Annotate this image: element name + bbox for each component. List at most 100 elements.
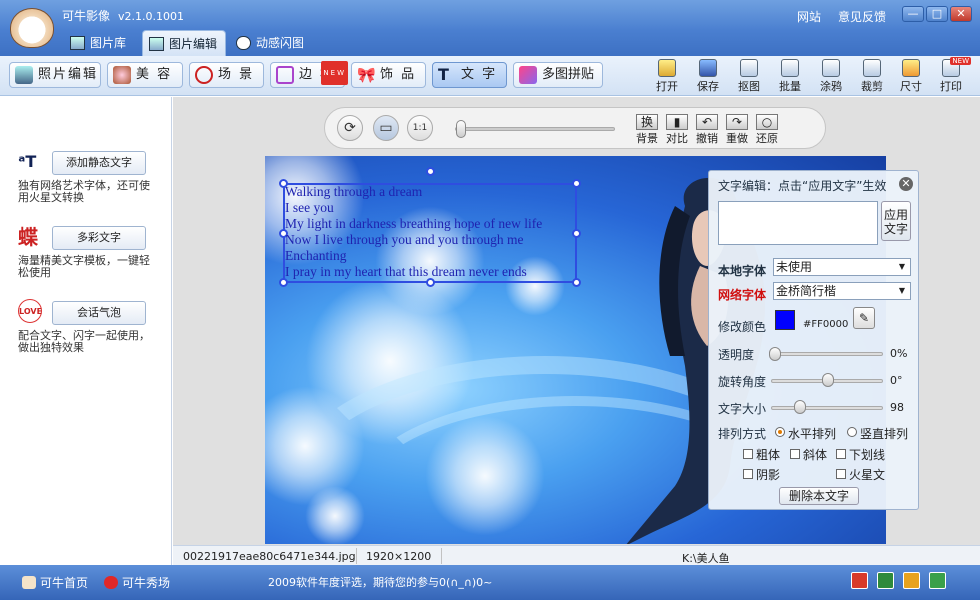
cow-icon xyxy=(22,576,36,589)
rotate-handle[interactable] xyxy=(426,167,435,176)
share-icon[interactable] xyxy=(929,572,946,589)
zoom-slider-knob[interactable] xyxy=(456,120,466,138)
save-button[interactable]: 保存 xyxy=(692,59,724,95)
calendar-icon[interactable] xyxy=(903,572,920,589)
open-button[interactable]: 打开 xyxy=(651,59,683,95)
rotate-slider-knob[interactable] xyxy=(822,373,834,387)
zoom-slider-track[interactable] xyxy=(455,127,615,131)
speech-bubble-button[interactable]: 会话气泡 xyxy=(52,301,146,325)
local-font-label: 本地字体 xyxy=(718,264,767,278)
tab-image-library[interactable]: 图片库 xyxy=(64,30,134,56)
panel-title: 文字编辑：点击“应用文字”生效 xyxy=(718,179,887,193)
redo-button[interactable]: ↷ 重做 xyxy=(723,114,751,146)
file-name: 00221917eae80c6471e344.jpg xyxy=(183,550,356,563)
feedback-link[interactable]: 意见反馈 xyxy=(838,8,886,25)
eyedropper-icon[interactable]: ✎ xyxy=(853,307,875,329)
app-name: 可牛影像 xyxy=(62,9,111,23)
minimize-button[interactable]: — xyxy=(902,6,924,22)
size-slider[interactable] xyxy=(771,406,883,410)
color-swatch[interactable] xyxy=(775,310,795,330)
pen-icon xyxy=(822,59,840,77)
website-link[interactable]: 网站 xyxy=(797,8,821,25)
static-text-icon: ᵃT xyxy=(18,152,37,171)
resize-icon xyxy=(902,59,920,77)
undo-icon: ↶ xyxy=(696,114,718,130)
actual-size-button[interactable]: 1:1 xyxy=(407,115,433,141)
background-button[interactable]: 换背景 xyxy=(633,114,661,146)
doodle-button[interactable]: 涂鸦 xyxy=(815,59,847,95)
status-message[interactable]: 2009软件年度评选，期待您的参与0(∩_∩)0~ xyxy=(268,574,492,590)
martian-text-checkbox[interactable] xyxy=(836,469,846,479)
weibo-icon[interactable] xyxy=(851,572,868,589)
link-label: 可牛秀场 xyxy=(122,576,171,590)
undo-button[interactable]: ↶ 撤销 xyxy=(693,114,721,146)
text-input[interactable] xyxy=(718,201,878,245)
text-line: I see you xyxy=(285,200,334,215)
color-hex: #FF0000 xyxy=(803,319,849,330)
opacity-slider[interactable] xyxy=(771,352,883,356)
compare-icon: ▮ xyxy=(666,114,688,130)
tool-frame[interactable]: 边 框 NEW xyxy=(270,61,348,88)
home-link[interactable]: 可牛首页 xyxy=(22,574,88,591)
tool-beauty[interactable]: 美 容 xyxy=(107,62,183,88)
web-font-select[interactable]: 金桥简行楷 ▼ xyxy=(773,282,911,300)
action-label: 批量 xyxy=(779,80,801,93)
resize-button[interactable]: 尺寸 xyxy=(895,59,927,95)
cutout-button[interactable]: 抠图 xyxy=(733,59,765,95)
title-bar: 可牛影像 v2.1.0.1001 图片库 图片编辑 动感闪图 网站 意见反馈 — … xyxy=(0,0,980,56)
toolbar: 照片编辑 美 容 场 景 边 框 NEW 🎀 饰 品 T 文 字 多图拼贴 打开 保存… xyxy=(0,56,980,96)
app-title: 可牛影像 v2.1.0.1001 xyxy=(62,7,184,24)
view-icon[interactable] xyxy=(877,572,894,589)
restore-button[interactable]: ○ 还原 xyxy=(753,114,781,146)
color-label: 修改颜色 xyxy=(718,320,767,334)
crop-button[interactable]: 裁剪 xyxy=(856,59,888,95)
tool-scene[interactable]: 场 景 xyxy=(189,62,264,88)
opacity-slider-knob[interactable] xyxy=(769,347,781,361)
new-badge: NEW xyxy=(321,61,348,85)
vertical-radio[interactable] xyxy=(847,427,857,437)
redo-icon: ↷ xyxy=(726,114,748,130)
tool-collage[interactable]: 多图拼贴 xyxy=(513,62,603,88)
status-bar: 可牛首页 可牛秀场 2009软件年度评选，期待您的参与0(∩_∩)0~ xyxy=(0,565,980,600)
underline-checkbox[interactable] xyxy=(836,449,846,459)
horizontal-radio[interactable] xyxy=(775,427,785,437)
tab-image-edit[interactable]: 图片编辑 xyxy=(142,30,227,56)
tool-text[interactable]: T文 字 xyxy=(432,62,507,88)
tab-animated-gif[interactable]: 动感闪图 xyxy=(230,30,312,56)
italic-checkbox[interactable] xyxy=(790,449,800,459)
batch-button[interactable]: 批量 xyxy=(774,59,806,95)
delete-text-button[interactable]: 删除本文字 xyxy=(779,487,859,505)
vertical-label: 竖直排列 xyxy=(860,427,909,441)
face-icon xyxy=(113,66,131,84)
monitor-icon[interactable]: ▭ xyxy=(373,115,399,141)
bold-checkbox[interactable] xyxy=(743,449,753,459)
martian-text-label: 火星文 xyxy=(849,468,886,482)
apply-text-button[interactable]: 应用文字 xyxy=(881,201,911,241)
batch-icon xyxy=(781,59,799,77)
close-button[interactable]: ✕ xyxy=(950,6,972,22)
rotate-icon[interactable]: ⟳ xyxy=(337,115,363,141)
local-font-select[interactable]: 未使用 ▼ xyxy=(773,258,911,276)
colorful-text-button[interactable]: 多彩文字 xyxy=(52,226,146,250)
image-info-bar: 00221917eae80c6471e344.jpg 1920×1200 K:\… xyxy=(173,545,980,565)
horizontal-label: 水平排列 xyxy=(788,427,837,441)
restore-icon: ○ xyxy=(756,114,778,130)
print-button[interactable]: 打印 NEW xyxy=(935,57,971,95)
heart-icon xyxy=(104,576,118,589)
close-icon[interactable]: ✕ xyxy=(899,177,913,191)
tool-photo-edit[interactable]: 照片编辑 xyxy=(9,62,101,88)
btn-label: 对比 xyxy=(666,132,688,145)
tool-label: 美 容 xyxy=(136,67,173,82)
photo-icon xyxy=(15,66,33,84)
select-value: 未使用 xyxy=(776,260,813,274)
rotate-value: 0° xyxy=(890,374,903,387)
add-static-text-button[interactable]: 添加静态文字 xyxy=(52,151,146,175)
maximize-button[interactable]: □ xyxy=(926,6,948,22)
tab-label: 动感闪图 xyxy=(256,36,305,50)
size-slider-knob[interactable] xyxy=(794,400,806,414)
tab-label: 图片库 xyxy=(90,36,127,50)
shadow-checkbox[interactable] xyxy=(743,469,753,479)
compare-button[interactable]: ▮ 对比 xyxy=(663,114,691,146)
tool-accessory[interactable]: 🎀 饰 品 xyxy=(351,62,426,88)
showcase-link[interactable]: 可牛秀场 xyxy=(104,574,170,591)
